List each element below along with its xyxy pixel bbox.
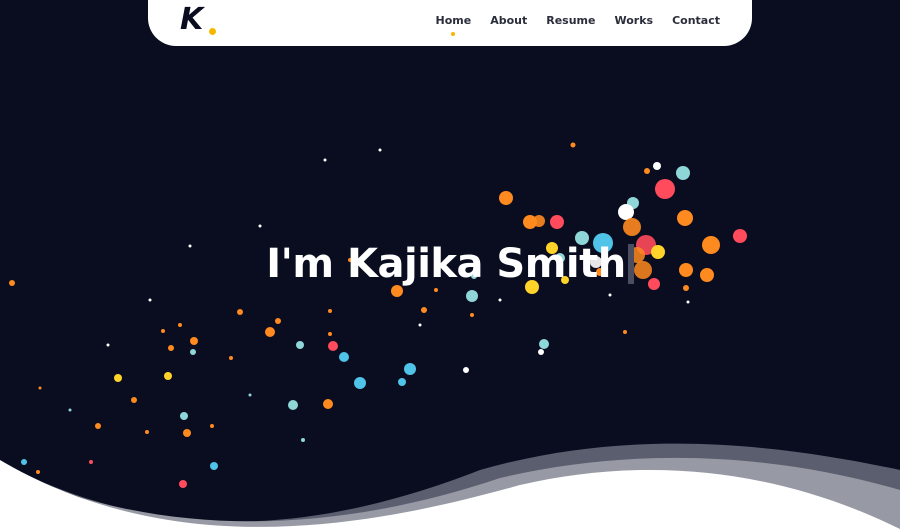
nav-item-resume[interactable]: Resume: [546, 14, 595, 27]
logo-dot: [209, 28, 216, 35]
nav-item-about[interactable]: About: [490, 14, 527, 27]
hero-section: I'm Kajika Smith K Home About Resume Wor…: [0, 0, 900, 529]
nav-menu: Home About Resume Works Contact: [417, 14, 720, 36]
bottom-wave: [0, 443, 900, 529]
nav-item-home[interactable]: Home: [436, 14, 471, 36]
top-navbar: K Home About Resume Works Contact: [148, 0, 752, 46]
logo[interactable]: K: [180, 4, 222, 44]
nav-item-contact[interactable]: Contact: [672, 14, 720, 27]
nav-item-works[interactable]: Works: [614, 14, 653, 27]
logo-letter: K: [180, 2, 203, 37]
